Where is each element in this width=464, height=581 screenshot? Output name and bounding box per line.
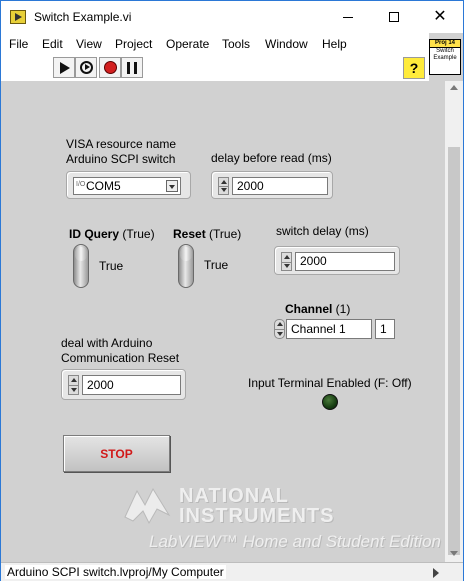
comm-reset-label-line2: Communication Reset xyxy=(61,351,180,365)
visa-label-line2: Arduino SCPI switch xyxy=(66,152,176,166)
ni-eagle-logo-icon xyxy=(124,487,171,525)
visa-resource-field[interactable]: I/O COM5 xyxy=(73,177,181,195)
chevron-down-icon xyxy=(169,185,175,189)
abort-button[interactable] xyxy=(99,57,121,78)
scrollbar-thumb[interactable] xyxy=(448,147,460,555)
status-arrow-icon[interactable] xyxy=(433,568,439,578)
vertical-scrollbar[interactable] xyxy=(445,81,463,562)
menu-operate[interactable]: Operate xyxy=(166,37,209,51)
id-query-label-default: (True) xyxy=(119,227,155,241)
switch-delay-label: switch delay (ms) xyxy=(276,224,369,238)
ni-logo-line2: INSTRUMENTS xyxy=(179,505,335,527)
menu-edit[interactable]: Edit xyxy=(42,37,63,51)
vi-connector-icon: Proj 14 Switch Example xyxy=(429,39,461,75)
reset-toggle[interactable] xyxy=(178,244,194,288)
maximize-icon xyxy=(389,12,399,22)
switch-delay-control: 2000 xyxy=(274,246,400,275)
run-icon xyxy=(60,61,70,74)
vi-icon-line1: Proj 14 xyxy=(430,40,460,48)
run-continuously-icon xyxy=(79,61,93,74)
title-bar: Switch Example.vi ✕ xyxy=(1,1,463,33)
menu-window[interactable]: Window xyxy=(265,37,308,51)
context-help-button[interactable]: ? xyxy=(403,57,425,79)
comm-reset-input[interactable]: 2000 xyxy=(82,375,181,395)
reset-state: True xyxy=(204,258,229,272)
comm-reset-control: 2000 xyxy=(61,369,186,400)
io-icon: I/O xyxy=(76,181,86,188)
channel-index: 1 xyxy=(375,319,395,339)
channel-ring-stepper[interactable] xyxy=(274,319,285,339)
delay-before-read-label: delay before read (ms) xyxy=(211,151,332,165)
switch-delay-input[interactable]: 2000 xyxy=(295,252,395,271)
dropdown-button[interactable] xyxy=(166,180,178,192)
labview-vi-icon xyxy=(10,10,26,24)
close-icon: ✕ xyxy=(433,8,447,25)
scroll-down-icon[interactable] xyxy=(450,551,458,556)
scroll-up-icon[interactable] xyxy=(450,85,458,90)
channel-label-default: (1) xyxy=(332,302,351,316)
vi-icon-line3: Example xyxy=(433,55,457,61)
status-bar: Arduino SCPI switch.lvproj/My Computer xyxy=(1,562,463,581)
input-terminal-led xyxy=(322,394,338,410)
stop-button[interactable]: STOP xyxy=(63,435,170,472)
id-query-label: ID Query (True) xyxy=(69,227,155,242)
menu-file[interactable]: File xyxy=(9,37,28,51)
menu-project[interactable]: Project xyxy=(115,37,152,51)
pause-icon xyxy=(127,61,137,74)
run-button[interactable] xyxy=(53,57,75,78)
comm-reset-label-line1: deal with Arduino xyxy=(61,336,153,350)
delay-before-read-input[interactable]: 2000 xyxy=(232,177,328,195)
minimize-button[interactable] xyxy=(325,1,371,33)
id-query-state: True xyxy=(99,259,124,273)
reset-label: Reset (True) xyxy=(173,227,241,242)
abort-icon xyxy=(103,61,117,74)
close-button[interactable]: ✕ xyxy=(417,1,463,33)
labview-window: Switch Example.vi ✕ File Edit View Proje… xyxy=(0,0,464,581)
channel-ring[interactable]: Channel 1 xyxy=(286,319,372,339)
input-terminal-label: Input Terminal Enabled (F: Off) xyxy=(248,376,412,390)
ni-labview-watermark: NATIONAL INSTRUMENTS LabVIEW™ Home and S… xyxy=(123,485,441,555)
maximize-button[interactable] xyxy=(371,1,417,33)
channel-label-bold: Channel xyxy=(285,302,333,316)
menu-help[interactable]: Help xyxy=(322,37,347,51)
visa-resource-control[interactable]: I/O COM5 xyxy=(66,171,191,199)
menu-tools[interactable]: Tools xyxy=(222,37,250,51)
window-title: Switch Example.vi xyxy=(34,10,132,24)
front-panel: VISA resource name Arduino SCPI switch I… xyxy=(1,81,445,562)
minimize-icon xyxy=(343,16,353,18)
pause-button[interactable] xyxy=(121,57,143,78)
menu-bar: File Edit View Project Operate Tools Win… xyxy=(1,33,429,55)
delay-before-read-stepper[interactable] xyxy=(218,177,229,195)
visa-label-line1: VISA resource name xyxy=(66,137,177,151)
comm-reset-stepper[interactable] xyxy=(68,375,79,395)
reset-label-bold: Reset xyxy=(173,227,206,241)
labview-edition-text: LabVIEW™ Home and Student Edition xyxy=(149,532,441,551)
id-query-label-bold: ID Query xyxy=(69,227,120,241)
reset-label-default: (True) xyxy=(205,227,242,241)
toolbar xyxy=(1,55,429,81)
vi-icon-line2: Switch xyxy=(436,48,454,54)
visa-resource-value: COM5 xyxy=(86,179,121,193)
project-path: Arduino SCPI switch.lvproj/My Computer xyxy=(5,565,226,579)
channel-label: Channel (1) xyxy=(285,302,350,317)
delay-before-read-control: 2000 xyxy=(211,171,333,199)
menu-view[interactable]: View xyxy=(76,37,102,51)
id-query-toggle[interactable] xyxy=(73,244,89,288)
run-continuously-button[interactable] xyxy=(75,57,97,78)
switch-delay-stepper[interactable] xyxy=(281,252,292,271)
